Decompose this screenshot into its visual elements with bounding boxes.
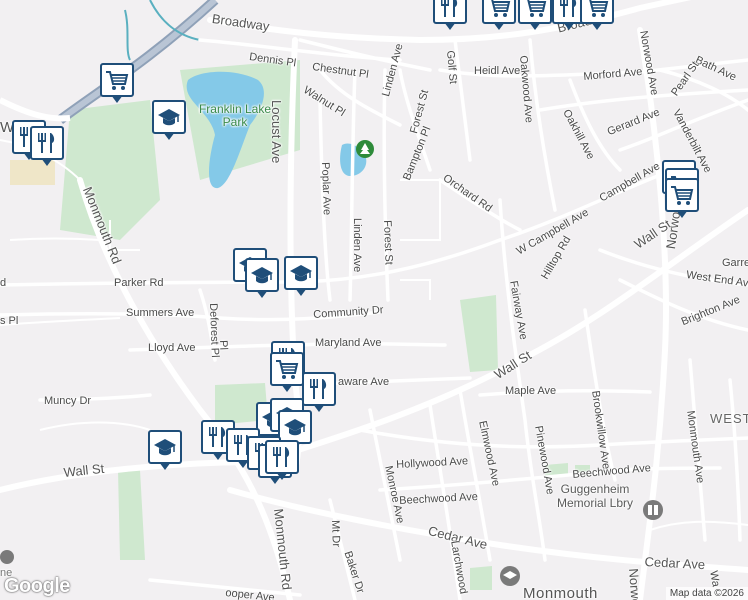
street-label: d: [0, 277, 7, 289]
street-label: Cedar Ave: [644, 554, 706, 573]
shopping-cart-icon: [104, 67, 130, 93]
restaurant-icon: [269, 444, 295, 470]
map-attribution[interactable]: Map data ©2026: [665, 587, 748, 600]
graduation-cap-icon: [288, 260, 314, 286]
street-label: Wa: [707, 569, 722, 588]
restaurant-icon: [437, 0, 463, 20]
shopping-marker[interactable]: [580, 0, 614, 30]
street-label: Garret: [722, 257, 748, 269]
map-canvas[interactable]: Broadway Broadway Dennis Pl Chestnut Pl …: [0, 0, 748, 600]
google-logo[interactable]: Google: [4, 575, 70, 598]
graduation-cap-icon: [249, 262, 275, 288]
school-marker[interactable]: [245, 258, 279, 298]
library-icon[interactable]: [643, 500, 663, 520]
graduation-cap-icon: [282, 414, 308, 440]
school-marker[interactable]: [284, 256, 318, 296]
shopping-marker[interactable]: [665, 178, 699, 218]
area-label: Monmouth: [523, 585, 598, 600]
shopping-cart-icon: [522, 0, 548, 20]
shopping-marker[interactable]: [270, 352, 304, 392]
shopping-cart-icon: [274, 356, 300, 382]
restaurant-icon: [556, 0, 582, 20]
graduation-cap-icon: [156, 104, 182, 130]
place-of-worship-icon[interactable]: [0, 550, 14, 564]
street-label: Maryland Ave: [315, 337, 382, 349]
shopping-marker[interactable]: [482, 0, 516, 30]
street-label: Pl: [217, 339, 230, 351]
restaurant-marker[interactable]: [265, 440, 299, 480]
street-label: Summers Ave: [126, 307, 195, 319]
street-label: Forest St: [381, 219, 395, 265]
graduation-cap-icon: [152, 434, 178, 460]
restaurant-marker[interactable]: [30, 126, 64, 166]
park-area: [118, 470, 145, 560]
street-label: aware Ave: [338, 376, 390, 388]
restaurant-icon: [34, 130, 60, 156]
street-label: Norwo: [626, 567, 644, 600]
restaurant-marker[interactable]: [433, 0, 467, 30]
area-label: WEST: [710, 411, 748, 426]
park-area: [460, 295, 498, 372]
street-label: Golf St: [444, 49, 459, 85]
street-label: Parker Rd: [114, 277, 164, 289]
street-label: Maple Ave: [505, 385, 557, 397]
shopping-marker[interactable]: [518, 0, 552, 30]
shopping-cart-icon: [486, 0, 512, 20]
shopping-cart-icon: [669, 182, 695, 208]
school-poi-icon[interactable]: [500, 566, 520, 586]
park-icon[interactable]: [356, 140, 374, 158]
street-label: Poplar Ave: [319, 161, 333, 216]
park-area: [60, 100, 160, 240]
school-marker[interactable]: [152, 100, 186, 140]
poi-label: Guggenheim Memorial Lbry: [556, 482, 634, 510]
street-label: Mt Dr: [329, 519, 342, 548]
shopping-cart-icon: [584, 0, 610, 20]
restaurant-icon: [306, 376, 332, 402]
street-label: Linden Ave: [351, 218, 363, 273]
school-marker[interactable]: [148, 430, 182, 470]
park-area: [470, 566, 492, 590]
street-label: Muncy Dr: [44, 395, 92, 407]
street-label: Heidl Ave: [474, 65, 521, 77]
school-marker[interactable]: [278, 410, 312, 450]
park-label: Franklin Lake Park: [198, 102, 272, 130]
street-label: Lloyd Ave: [148, 342, 196, 354]
shopping-marker[interactable]: [100, 63, 134, 103]
restaurant-marker[interactable]: [302, 372, 336, 412]
street-label: s Pl: [0, 315, 19, 327]
